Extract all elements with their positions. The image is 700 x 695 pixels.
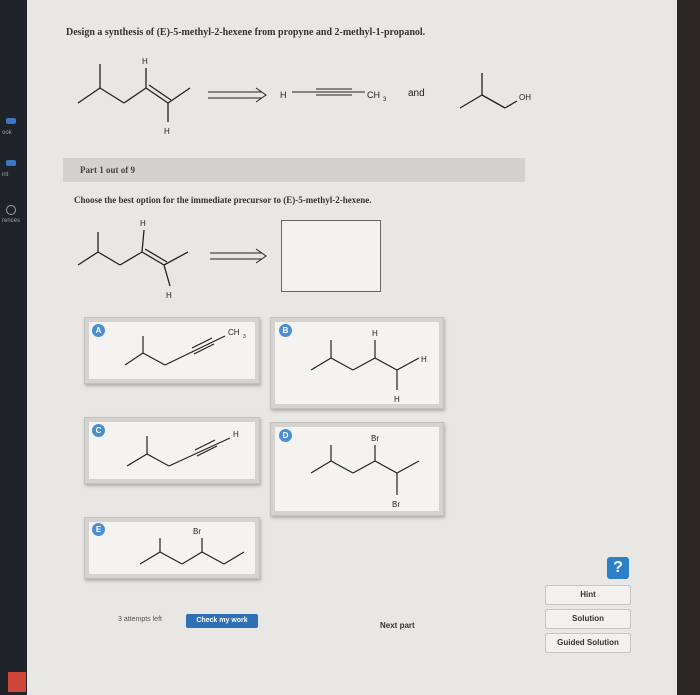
option-d-structure: Br Br (310, 434, 420, 509)
option-c-structure: H (126, 430, 239, 467)
option-b-h1: H (372, 329, 378, 338)
attempts-left: 3 attempts left (118, 616, 162, 623)
retro-arrow (208, 87, 267, 103)
question-text: Choose the best option for the immediate… (74, 195, 372, 205)
option-a-structure: CH 3 (124, 328, 246, 366)
help-button[interactable]: ? (607, 557, 629, 579)
option-b-structure: H H H (310, 329, 427, 404)
check-my-work-button[interactable]: Check my work (186, 614, 258, 628)
alcohol-molecule (459, 73, 518, 109)
option-b-h3: H (394, 395, 400, 404)
answer-drop-box[interactable] (281, 220, 381, 292)
target-h-top: H (142, 57, 148, 66)
option-e-card[interactable]: Br (84, 517, 260, 579)
and-label: and (408, 88, 425, 99)
target-h-bottom: H (164, 127, 170, 136)
option-a-ch3: CH (228, 328, 240, 337)
question-retro-arrow (210, 248, 267, 264)
part-label: Part 1 out of 9 (80, 165, 135, 175)
propyne-h: H (280, 90, 287, 100)
option-b-h2: H (421, 355, 427, 364)
hint-button[interactable]: Hint (545, 585, 631, 605)
option-c-h: H (233, 430, 239, 439)
option-c-badge[interactable]: C (92, 424, 105, 437)
option-d-br1: Br (371, 434, 379, 443)
option-a-card[interactable]: CH 3 (84, 317, 260, 384)
propyne-triple-bond (292, 88, 365, 96)
option-e-br: Br (193, 527, 201, 536)
target-molecule (77, 64, 191, 122)
question-scheme: H H (77, 219, 267, 300)
question-h-bottom: H (166, 291, 172, 300)
guided-solution-button[interactable]: Guided Solution (545, 633, 631, 653)
question-h-top: H (140, 219, 146, 228)
option-e-badge[interactable]: E (92, 523, 105, 536)
option-d-badge[interactable]: D (279, 429, 292, 442)
option-a-badge[interactable]: A (92, 324, 105, 337)
alcohol-oh: OH (519, 93, 531, 102)
propyne-ch3: CH (367, 90, 380, 100)
print-icon[interactable] (6, 160, 16, 166)
option-b-badge[interactable]: B (279, 324, 292, 337)
option-b-card[interactable]: H H H (270, 317, 444, 409)
option-d-br2: Br (392, 500, 400, 509)
sidebar-item-print[interactable]: int (2, 172, 8, 178)
next-part-button[interactable]: Next part (380, 621, 415, 630)
synthesis-scheme: H H H CH 3 and OH (77, 57, 531, 136)
option-e-structure: Br (139, 527, 245, 565)
option-c-card[interactable]: H (84, 417, 260, 484)
option-d-card[interactable]: Br Br (270, 422, 444, 516)
option-a-ch3-subscript: 3 (243, 334, 246, 340)
propyne-ch3-subscript: 3 (383, 97, 387, 103)
solution-button[interactable]: Solution (545, 609, 631, 629)
mcgraw-hill-logo (8, 672, 26, 692)
